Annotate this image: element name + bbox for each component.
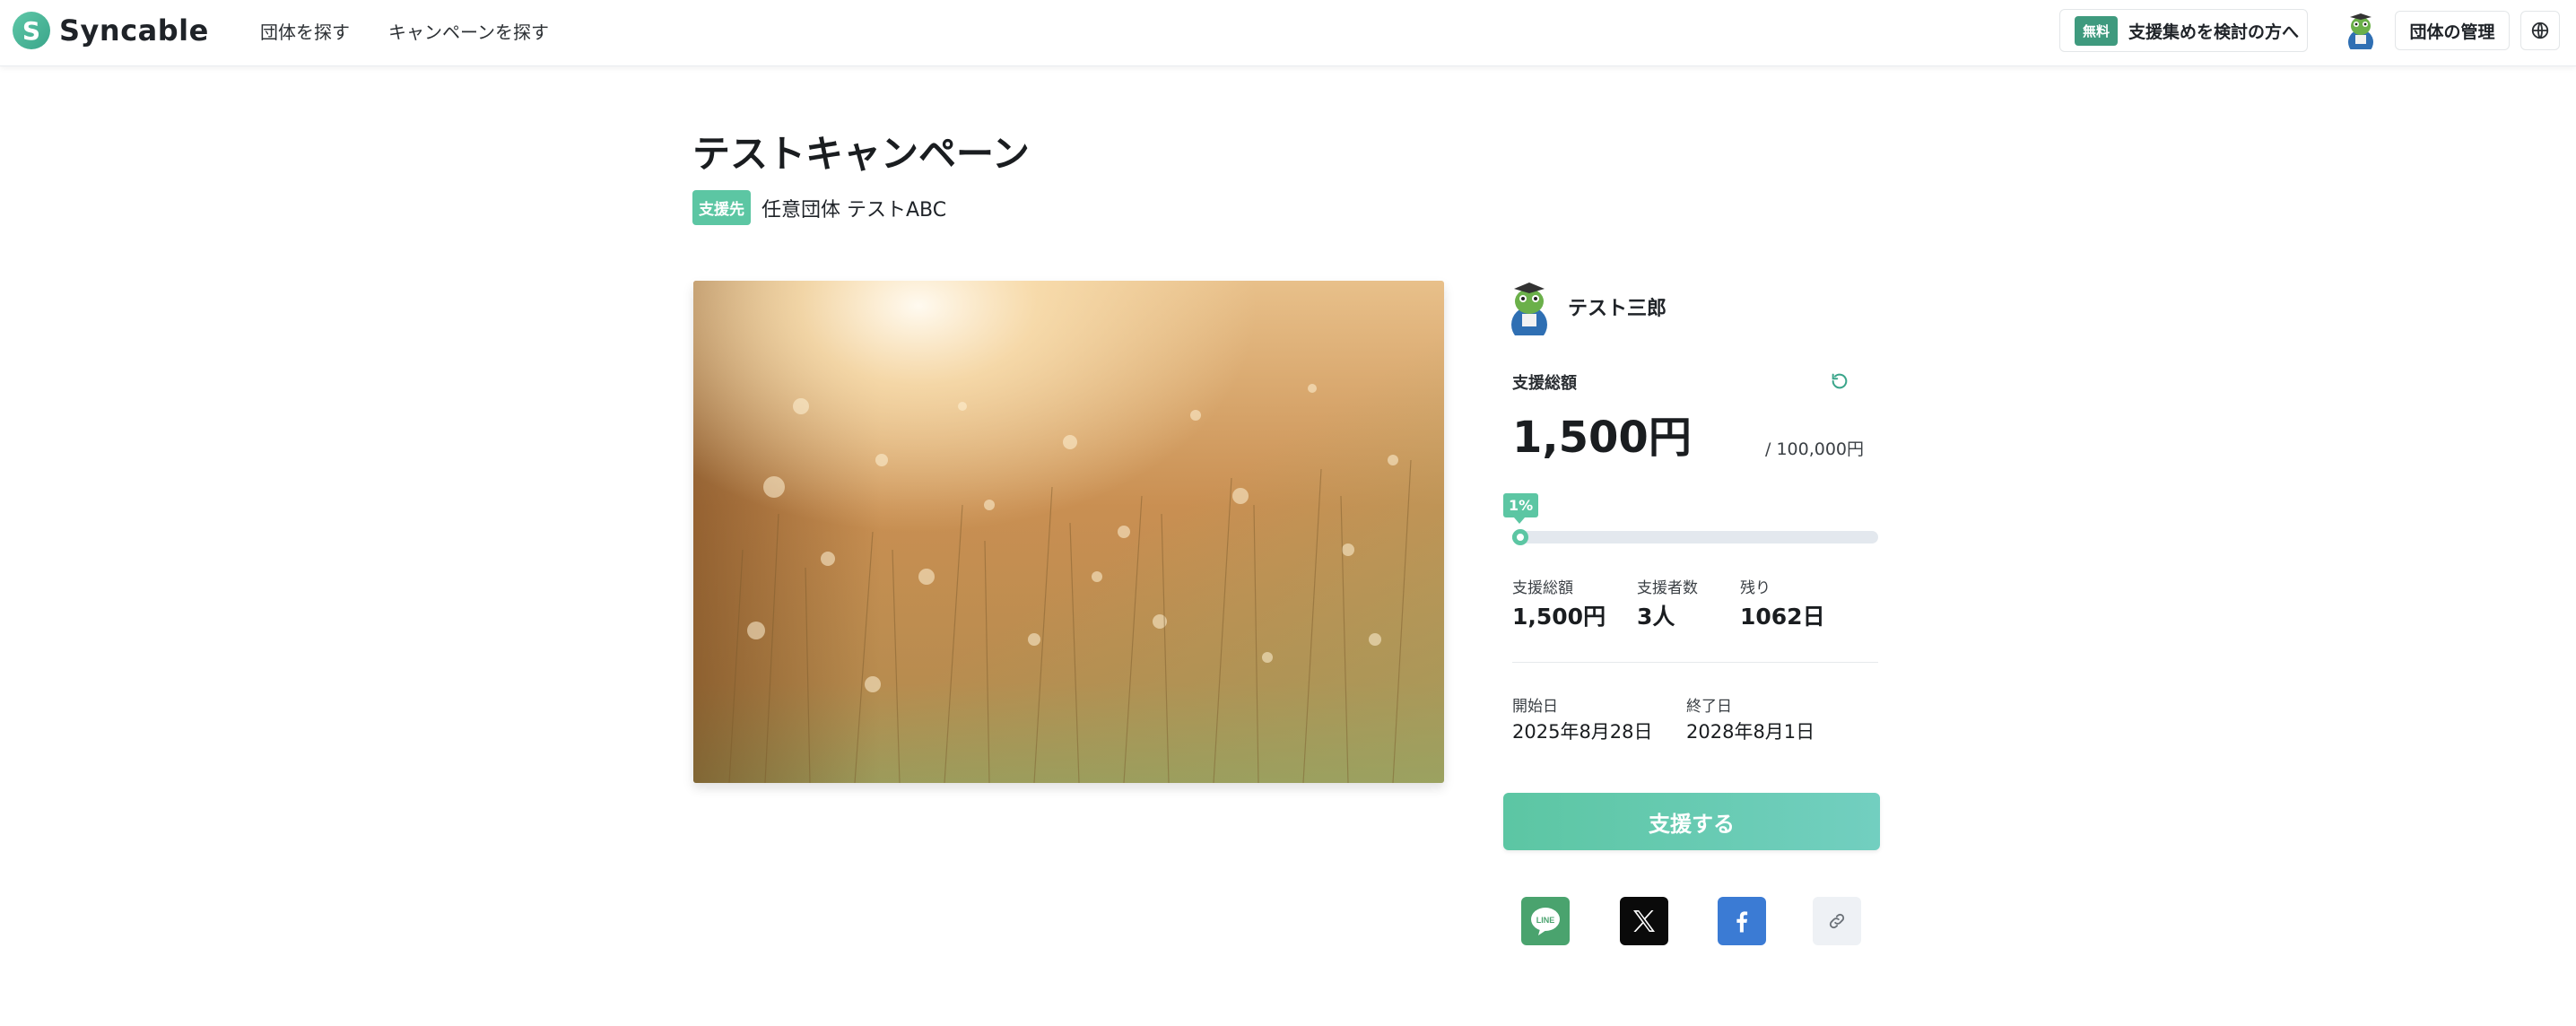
progress-knob: [1512, 529, 1528, 545]
stat-remaining-value: 1062日: [1740, 604, 1825, 630]
logo-text: Syncable: [59, 13, 209, 48]
fundraising-info-button[interactable]: 無料 支援集めを検討の方へ: [2059, 9, 2308, 52]
stat-total-value: 1,500円: [1512, 604, 1606, 630]
progress-bar: [1512, 529, 1878, 545]
x-icon: [1633, 910, 1655, 932]
start-date-value: 2025年8月28日: [1512, 721, 1653, 743]
share-line-button[interactable]: LINE: [1521, 897, 1570, 945]
syncable-logo-icon: S: [13, 12, 50, 49]
recipient-name[interactable]: 任意団体 テストABC: [761, 194, 946, 222]
line-icon: LINE: [1531, 908, 1560, 935]
support-button[interactable]: 支援する: [1503, 793, 1880, 850]
nav-find-organizations[interactable]: 団体を探す: [260, 18, 350, 44]
goal-amount: / 100,000円: [1765, 439, 1865, 459]
svg-text:LINE: LINE: [1536, 916, 1555, 925]
nav-find-campaigns[interactable]: キャンペーンを探す: [388, 18, 549, 44]
stat-total-label: 支援総額: [1512, 579, 1573, 597]
progress-percent-tag: 1%: [1503, 493, 1539, 524]
stat-supporters-label: 支援者数: [1637, 579, 1698, 597]
facebook-icon: [1736, 911, 1748, 933]
creator[interactable]: テスト三郎: [1503, 278, 1667, 343]
share-x-button[interactable]: [1620, 897, 1668, 945]
campaign-hero-image: [693, 281, 1444, 783]
recipient-badge: 支援先: [692, 190, 751, 225]
language-button[interactable]: [2520, 11, 2560, 50]
share-facebook-button[interactable]: [1718, 897, 1766, 945]
free-badge: 無料: [2075, 15, 2119, 46]
end-date-value: 2028年8月1日: [1686, 721, 1815, 743]
user-avatar[interactable]: [2343, 12, 2379, 55]
total-label: 支援総額: [1512, 374, 1577, 393]
stat-remaining-label: 残り: [1740, 579, 1771, 597]
total-amount: 1,500円: [1512, 413, 1692, 463]
fundraising-info-label: 支援集めを検討の方へ: [2128, 22, 2300, 42]
site-header: S Syncable 団体を探す キャンペーンを探す 無料 支援集めを検討の方へ…: [0, 0, 2576, 66]
copy-link-button[interactable]: [1813, 897, 1861, 945]
creator-name: テスト三郎: [1568, 298, 1667, 320]
link-icon: [1829, 913, 1845, 929]
org-manage-button[interactable]: 団体の管理: [2395, 11, 2510, 50]
refresh-icon[interactable]: [1830, 371, 1849, 395]
recipient-row: 支援先 任意団体 テストABC: [692, 190, 946, 225]
start-date-label: 開始日: [1512, 698, 1558, 716]
stat-supporters-value: 3人: [1637, 604, 1675, 630]
end-date-label: 終了日: [1686, 698, 1732, 716]
logo[interactable]: S Syncable: [13, 12, 209, 49]
divider: [1512, 662, 1878, 663]
campaign-title: テストキャンペーン: [692, 132, 1030, 176]
globe-icon: [2531, 22, 2549, 39]
creator-avatar: [1503, 278, 1555, 343]
